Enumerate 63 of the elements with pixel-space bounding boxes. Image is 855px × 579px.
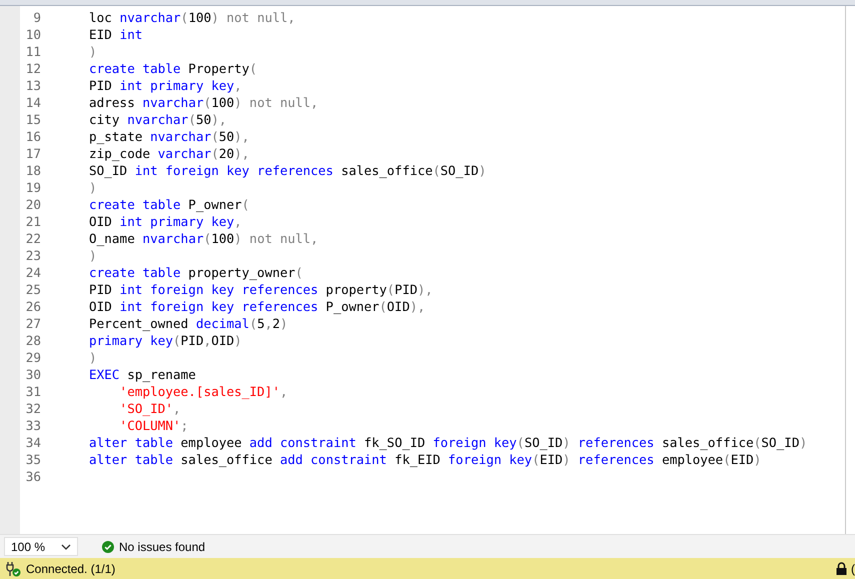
code-line: loc nvarchar(100) not null, bbox=[89, 10, 296, 25]
code-line: ) bbox=[89, 248, 97, 263]
line-number: 20 bbox=[24, 197, 41, 212]
code-line: alter table sales_office add constraint fk_EID foreign key(EID) references employee(EID) bbox=[89, 452, 762, 467]
code-line: 'employee.[sales_ID]', bbox=[118, 384, 288, 399]
line-number: 10 bbox=[24, 27, 41, 42]
line-number: 26 bbox=[24, 299, 41, 314]
code-line: OID int foreign key references P_owner(OID), bbox=[89, 299, 426, 314]
code-line: 'COLUMN'; bbox=[118, 418, 188, 433]
code-line: ) bbox=[89, 350, 97, 365]
line-number: 28 bbox=[24, 333, 41, 348]
code-line: EXEC sp_rename bbox=[89, 367, 196, 382]
status-text: ( bbox=[851, 562, 855, 576]
code-line: O_name nvarchar(100) not null, bbox=[89, 231, 318, 246]
code-line: p_state nvarchar(50), bbox=[89, 129, 250, 144]
line-number: 25 bbox=[24, 282, 41, 297]
lock-icon bbox=[836, 562, 847, 575]
line-number: 9 bbox=[32, 10, 41, 25]
line-number: 35 bbox=[24, 452, 41, 467]
line-number: 19 bbox=[24, 180, 41, 195]
line-number: 15 bbox=[24, 112, 41, 127]
line-number: 36 bbox=[24, 469, 41, 484]
line-number: 29 bbox=[24, 350, 41, 365]
code-line: alter table employee add constraint fk_SO_ID foreign key(SO_ID) references sales_office(SO_ID) bbox=[89, 435, 808, 450]
issues-status: No issues found bbox=[119, 540, 206, 554]
line-number: 17 bbox=[24, 146, 41, 161]
line-number: 11 bbox=[24, 44, 41, 59]
code-line: 'SO_ID', bbox=[118, 401, 181, 416]
code-line: create table P_owner( bbox=[89, 197, 250, 212]
line-number: 14 bbox=[24, 95, 41, 110]
code-line: PID int foreign key references property(PID), bbox=[89, 282, 433, 297]
line-number: 12 bbox=[24, 61, 41, 76]
line-number: 27 bbox=[24, 316, 41, 331]
line-number: 23 bbox=[24, 248, 41, 263]
code-line: EID int bbox=[89, 27, 142, 42]
code-line: city nvarchar(50), bbox=[89, 112, 227, 127]
line-number: 32 bbox=[24, 401, 41, 416]
line-number: 24 bbox=[24, 265, 41, 280]
zoom-dropdown[interactable]: 100 % bbox=[4, 537, 78, 556]
code-line: primary key(PID,OID) bbox=[89, 333, 242, 348]
line-number: 13 bbox=[24, 78, 41, 93]
connection-status: Connected. (1/1) bbox=[26, 562, 116, 576]
line-number: 16 bbox=[24, 129, 41, 144]
code-line: SO_ID int foreign key references sales_office(SO_ID) bbox=[89, 163, 486, 178]
line-number: 22 bbox=[24, 231, 41, 246]
line-number: 18 bbox=[24, 163, 41, 178]
check-circle-icon bbox=[102, 540, 114, 552]
code-line: ) bbox=[89, 44, 97, 59]
code-line: PID int primary key, bbox=[89, 78, 242, 93]
chevron-down-icon bbox=[61, 544, 71, 550]
code-line: adress nvarchar(100) not null, bbox=[89, 95, 318, 110]
code-line: create table property_owner( bbox=[89, 265, 303, 280]
code-line: Percent_owned decimal(5,2) bbox=[89, 316, 288, 331]
code-line: create table Property( bbox=[89, 61, 258, 76]
code-line: OID int primary key, bbox=[89, 214, 242, 229]
line-number: 31 bbox=[24, 384, 41, 399]
code-line: ) bbox=[89, 180, 97, 195]
line-number: 33 bbox=[24, 418, 41, 433]
line-number: 34 bbox=[24, 435, 41, 450]
line-number: 21 bbox=[24, 214, 41, 229]
plug-check-icon bbox=[5, 560, 21, 576]
line-number: 30 bbox=[24, 367, 41, 382]
code-line: zip_code varchar(20), bbox=[89, 146, 250, 161]
